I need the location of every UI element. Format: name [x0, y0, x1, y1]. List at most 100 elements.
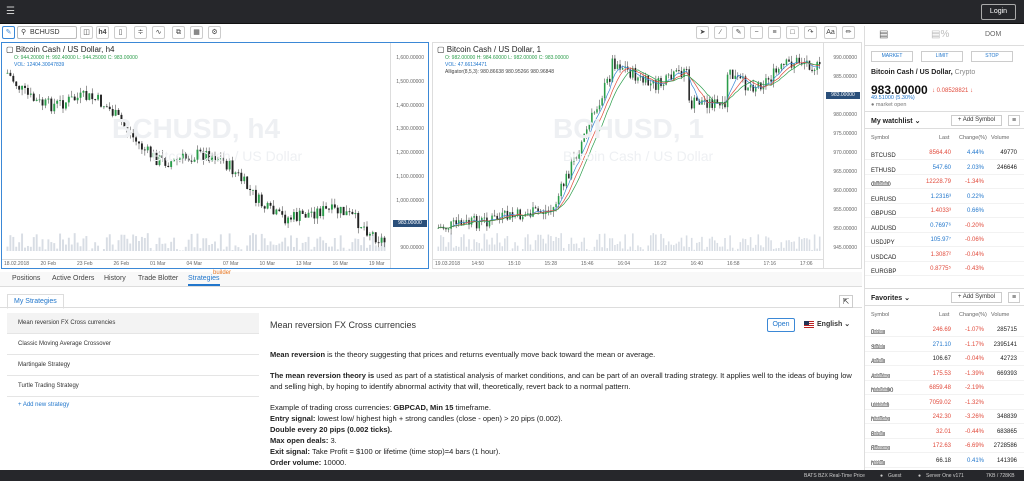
list-item[interactable]: NKENYSE66.180.41%141396: [865, 455, 1024, 468]
menu-icon[interactable]: ☰: [6, 6, 15, 17]
chart-left[interactable]: BCHUSD, h4 Bitcoin Cash / US Dollar ▢ Bi…: [1, 42, 429, 269]
strategy-item[interactable]: Turtle Trading Strategy: [7, 376, 259, 397]
col-change[interactable]: Change(%): [959, 135, 987, 141]
cursor-icon[interactable]: ➤: [696, 26, 709, 39]
volume-bar: [208, 244, 211, 251]
candle-body: [811, 69, 813, 72]
list-item[interactable]: USDJPY 105.97⁷ -0.06%: [865, 234, 1024, 247]
current-price-label: 983.00000: [826, 92, 860, 99]
volume-bar: [775, 248, 777, 251]
time-tick: 15:46: [581, 261, 594, 267]
list-item[interactable]: NAS100GLOBAL6859.48-2.19%: [865, 382, 1024, 395]
candle-body: [354, 212, 357, 215]
pencil-icon[interactable]: ✎: [732, 26, 745, 39]
symbol-search-input[interactable]: ⚲ BCHUSD: [17, 26, 77, 39]
list-item[interactable]: GBPUSD 1.4033³ 0.66%: [865, 205, 1024, 218]
volume-bar: [719, 246, 721, 251]
list-item[interactable]: EURGBP 0.8775⁵ -0.43%: [865, 263, 1024, 276]
order-ticket-icon[interactable]: ▤: [879, 29, 888, 40]
builder-badge: builder: [213, 270, 232, 276]
list-item[interactable]: EURUSD 1.2316³ 0.22%: [865, 191, 1024, 204]
compare-icon[interactable]: ◫: [80, 26, 93, 39]
arrow-icon[interactable]: ↷: [804, 26, 817, 39]
tab-market[interactable]: MARKET: [871, 51, 913, 62]
list-item[interactable]: ETHUSD 547.60 2.03% 246646: [865, 162, 1024, 175]
list-item[interactable]: AAPLNASDAQ175.53-1.39%669393: [865, 368, 1024, 381]
volume-bar: [752, 247, 754, 251]
chart-type-icon[interactable]: ▯: [114, 26, 127, 39]
price-axis[interactable]: 990.00000 985.00000 983.00000 980.00000 975.…: [823, 43, 861, 268]
add-strategy-link[interactable]: + Add new strategy: [18, 402, 69, 408]
row-change: 4.44%: [966, 150, 984, 156]
interval-button[interactable]: h4: [96, 26, 109, 39]
volume-bar: [504, 238, 506, 251]
col-symbol[interactable]: Symbol: [871, 135, 889, 141]
list-item[interactable]: AGGNYSE106.67-0.04%42723: [865, 353, 1024, 366]
volume-bar: [808, 239, 811, 251]
line-chart-icon[interactable]: ∿: [152, 26, 165, 39]
candle-body: [351, 211, 354, 215]
candle-body: [295, 212, 298, 221]
col-change[interactable]: Change(%): [959, 312, 987, 318]
tab-dom[interactable]: DOM: [985, 31, 1001, 38]
duplicate-icon[interactable]: ⧉: [172, 26, 185, 39]
col-volume[interactable]: Volume: [991, 135, 1009, 141]
add-symbol-button[interactable]: + Add Symbol: [951, 292, 1002, 303]
tab-trade-blotter[interactable]: Trade Blotter: [138, 275, 178, 282]
list-item[interactable]: AUDUSD 0.7697⁶ -0.20%: [865, 220, 1024, 233]
strategy-item[interactable]: Mean reversion FX Cross currencies: [7, 313, 259, 334]
candle-body: [598, 105, 601, 110]
list-item[interactable]: USDCAD 1.3087² -0.04%: [865, 249, 1024, 262]
trendline-icon[interactable]: ∕: [714, 26, 727, 39]
list-item[interactable]: UK100GLOBAL7059.02-1.32%: [865, 397, 1024, 410]
volume-bar: [529, 244, 532, 251]
list-item[interactable]: GER30GLOBAL12228.79-1.34%: [865, 176, 1024, 189]
tab-strategies[interactable]: Strategies: [188, 275, 220, 286]
volume-bar: [330, 246, 333, 251]
brush-icon[interactable]: ✏: [842, 26, 855, 39]
tab-limit[interactable]: LIMIT: [921, 51, 963, 62]
rectangle-icon[interactable]: □: [786, 26, 799, 39]
row-last: 6859.48: [929, 385, 951, 391]
col-symbol[interactable]: Symbol: [871, 312, 889, 318]
list-item[interactable]: BTCUSD 8564.40 4.44% 49770: [865, 147, 1024, 160]
tab-history[interactable]: History: [104, 275, 126, 282]
favorites-title[interactable]: Favorites ⌄: [871, 294, 910, 302]
row-change: -0.43%: [964, 266, 984, 272]
col-last[interactable]: Last: [939, 312, 949, 318]
percent-icon[interactable]: ▤%: [931, 29, 949, 40]
chart-right[interactable]: BCHUSD, 1 Bitcoin Cash / US Dollar ▢ Bit…: [432, 42, 862, 269]
indicators-icon[interactable]: ≑: [134, 26, 147, 39]
strategy-item[interactable]: Martingale Strategy: [7, 355, 259, 376]
price-tick: 945.00000: [833, 245, 857, 251]
draw-pen-icon[interactable]: ✎: [2, 26, 15, 39]
list-item[interactable]: NVDANASDAQ242.30-3.26%348839: [865, 411, 1024, 424]
price-axis[interactable]: 1,600.00000 1,500.00000 1,400.00000 1,300.0…: [390, 43, 428, 268]
fib-icon[interactable]: ≡: [768, 26, 781, 39]
volume-bar: [598, 233, 601, 251]
login-button[interactable]: Login: [981, 4, 1016, 20]
list-menu-icon[interactable]: ≡: [1008, 292, 1020, 303]
candle-body: [473, 216, 475, 218]
list-item[interactable]: DIANYSE246.69-1.07%285715: [865, 324, 1024, 337]
list-menu-icon[interactable]: ≡: [1008, 115, 1020, 126]
add-symbol-button[interactable]: + Add Symbol: [951, 115, 1002, 126]
tab-positions[interactable]: Positions: [12, 275, 40, 282]
col-last[interactable]: Last: [939, 135, 949, 141]
watchlist-title[interactable]: My watchlist ⌄: [871, 117, 920, 125]
tab-active-orders[interactable]: Active Orders: [52, 275, 94, 282]
list-item[interactable]: BACNYSE32.01-0.44%683865: [865, 426, 1024, 439]
tab-stop[interactable]: STOP: [971, 51, 1013, 62]
time-axis[interactable]: 18.02.2018 20 Feb 23 Feb 26 Feb 01 Mar 04 Mar…: [2, 259, 390, 268]
strategy-item[interactable]: Classic Moving Average Crossover: [7, 334, 259, 355]
gear-icon[interactable]: ⚙: [208, 26, 221, 39]
col-volume[interactable]: Volume: [991, 312, 1009, 318]
fullscreen-icon[interactable]: ⇱: [839, 295, 853, 308]
text-icon[interactable]: Aa: [824, 26, 837, 39]
ruler-icon[interactable]: −: [750, 26, 763, 39]
list-item[interactable]: FBNASDAQ172.63-6.69%2728586: [865, 440, 1024, 453]
time-axis[interactable]: 19.03.2018 14:50 15:10 15:28 15:46 16:04 16:22…: [433, 259, 823, 268]
layout-icon[interactable]: ▦: [190, 26, 203, 39]
list-item[interactable]: SPYNYSE271.10-1.17%2395141: [865, 339, 1024, 352]
price-tick: 990.00000: [833, 55, 857, 61]
